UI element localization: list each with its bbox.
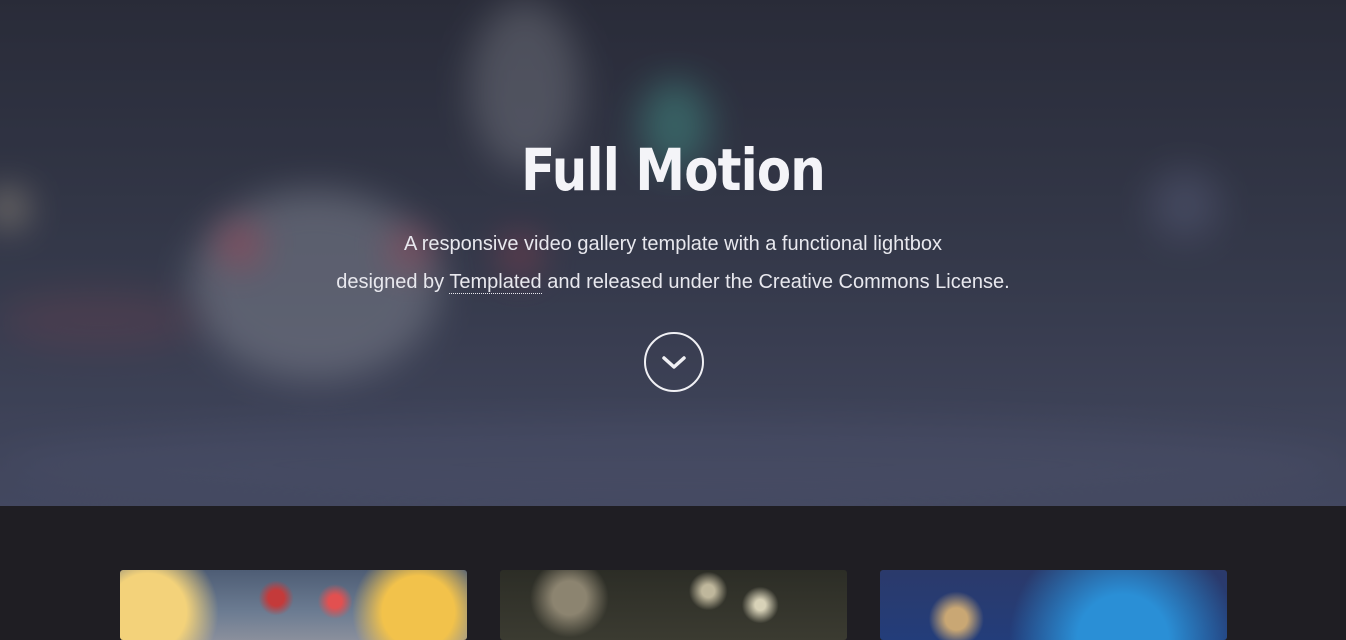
banner-description: A responsive video gallery template with…	[0, 225, 1346, 301]
chevron-down-icon	[662, 356, 686, 369]
video-thumbnail-1[interactable]	[120, 570, 467, 640]
banner: Full Motion A responsive video gallery t…	[0, 0, 1346, 506]
video-thumbnail-3[interactable]	[880, 570, 1227, 640]
scroll-down-button[interactable]	[644, 332, 704, 392]
description-line-2-suffix: and released under the Creative Commons …	[541, 271, 1010, 293]
description-line-2-prefix: designed by	[336, 271, 450, 293]
gallery-section	[0, 506, 1346, 640]
banner-content: Full Motion A responsive video gallery t…	[0, 0, 1346, 506]
description-line-1: A responsive video gallery template with…	[403, 233, 943, 255]
page-title: Full Motion	[521, 136, 826, 204]
video-thumbnail-2[interactable]	[500, 570, 847, 640]
templated-link[interactable]: Templated	[449, 271, 542, 294]
